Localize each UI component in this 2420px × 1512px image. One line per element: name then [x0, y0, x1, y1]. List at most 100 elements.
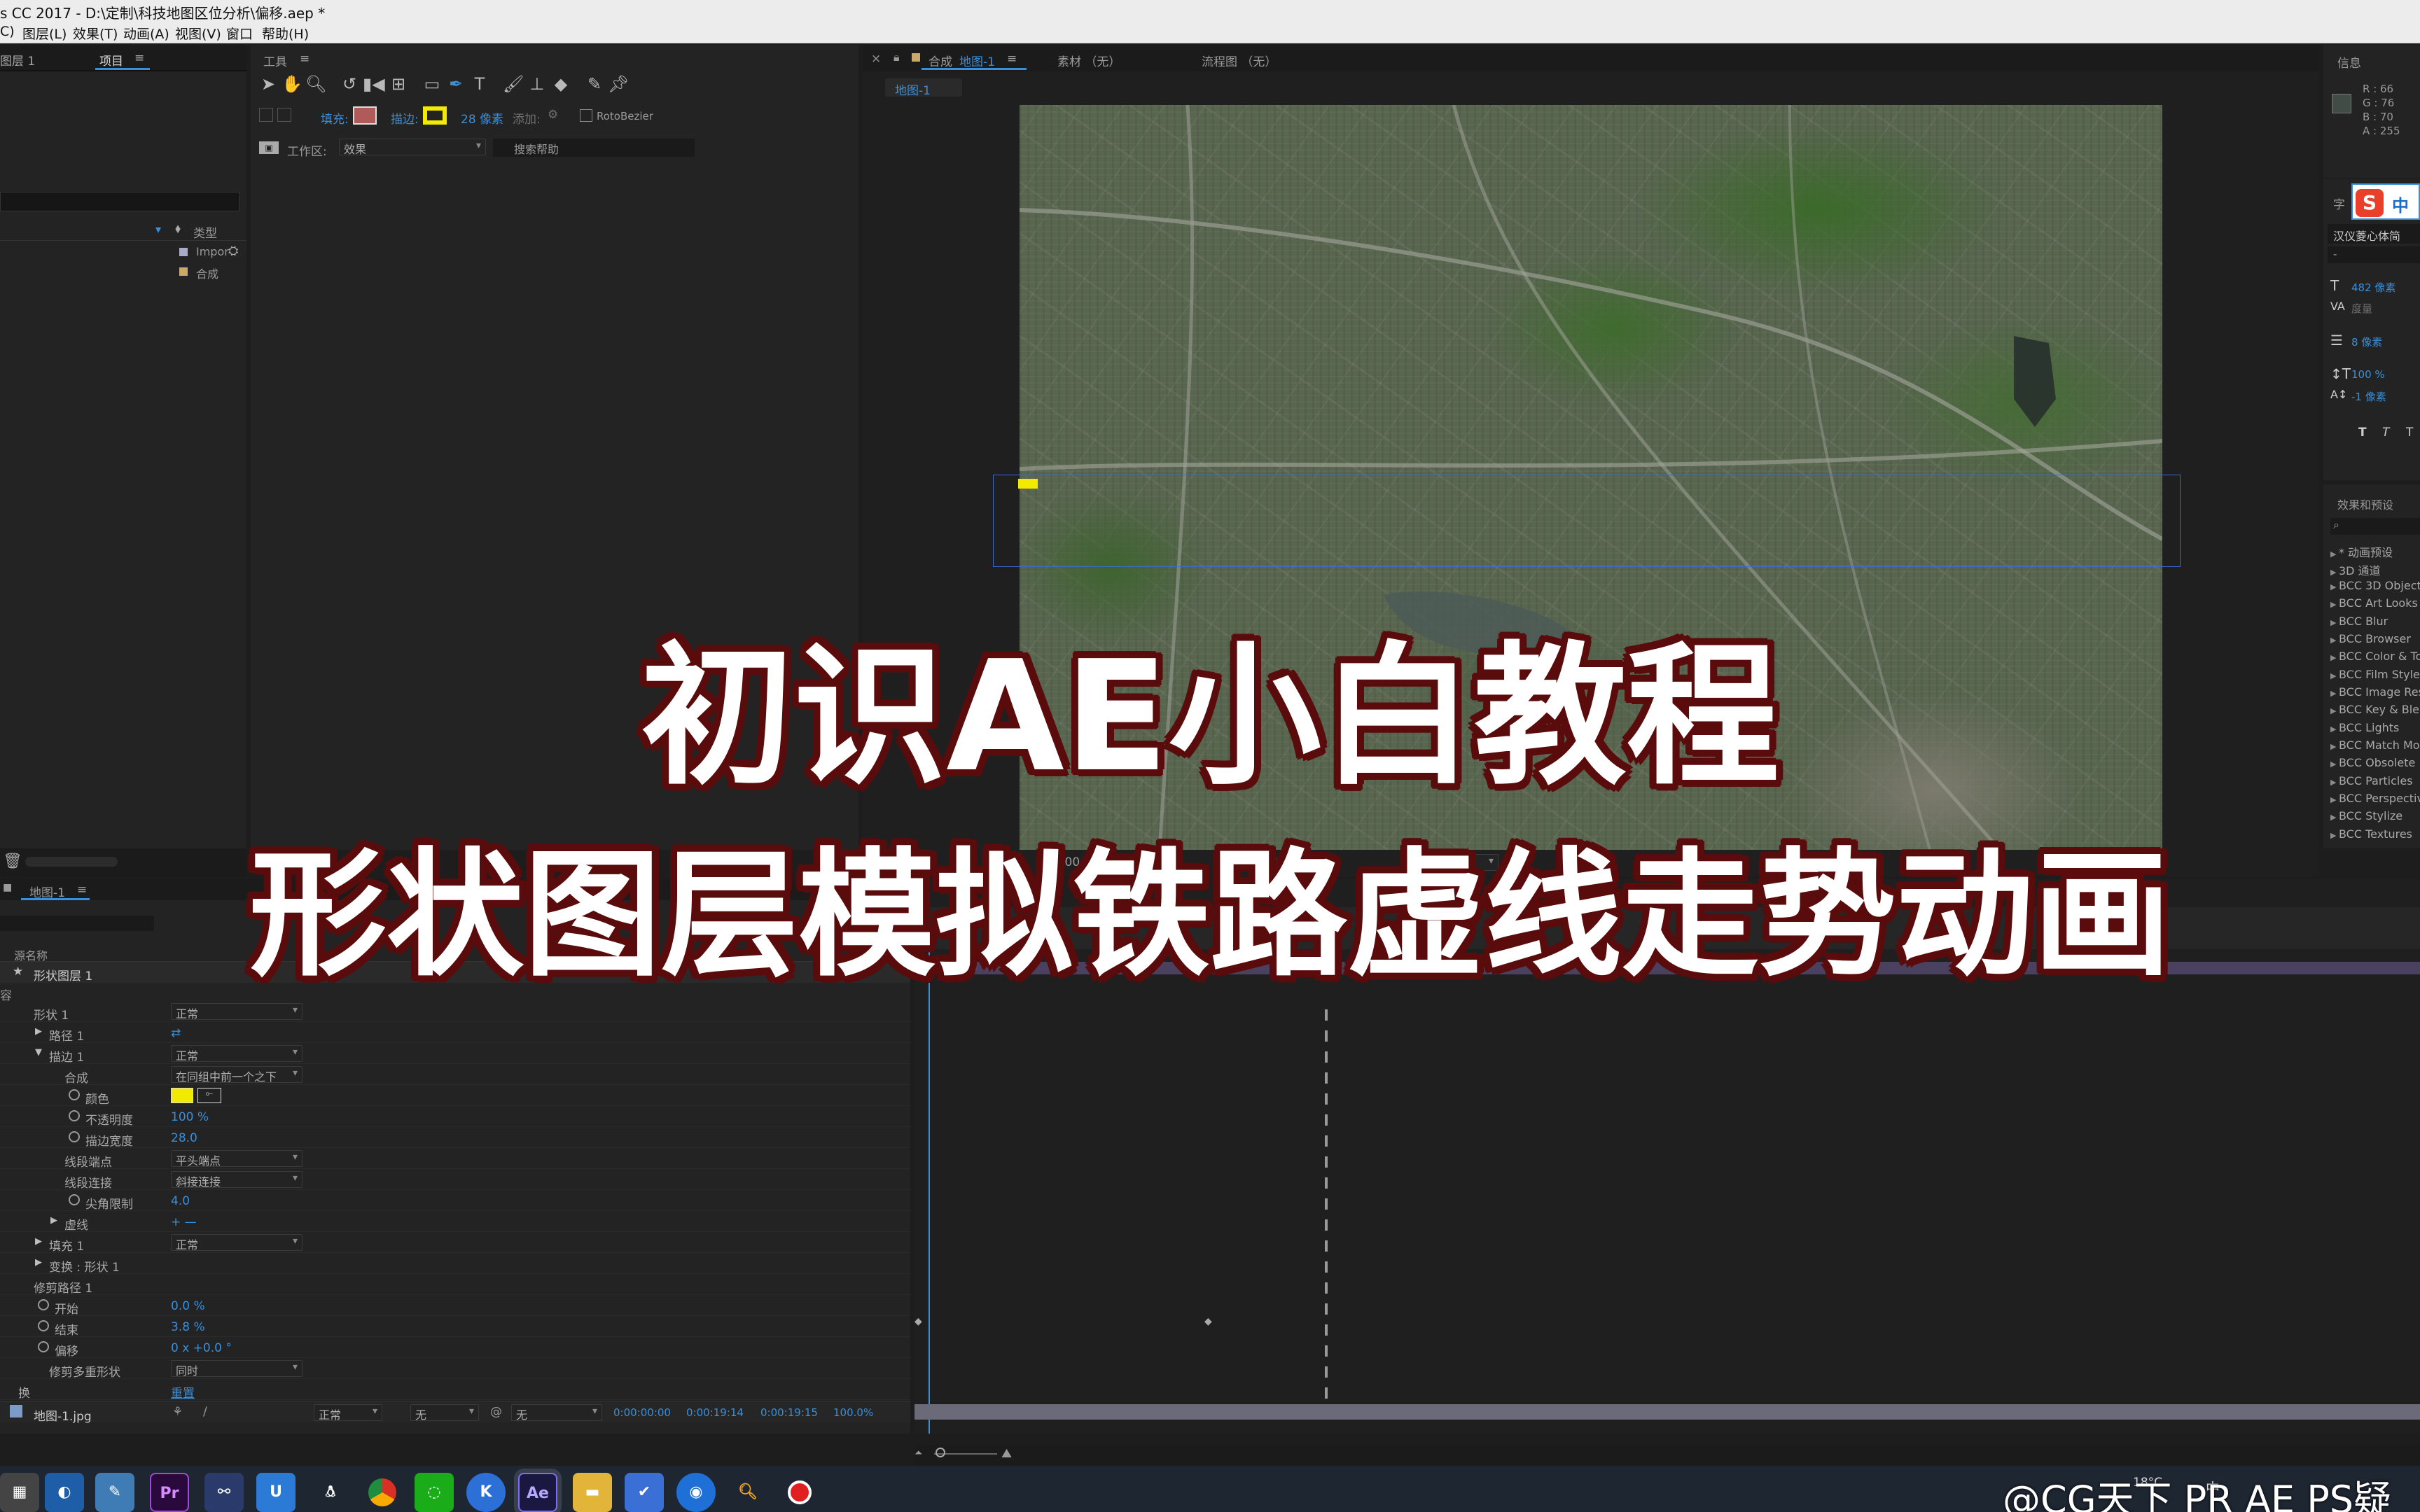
faux-italic-button[interactable]: T: [2382, 426, 2389, 440]
taskbar-app-notepad[interactable]: ✎: [95, 1473, 134, 1512]
ime-badge[interactable]: S 中: [2351, 183, 2420, 220]
taskbar-app-todo[interactable]: ✔: [625, 1473, 664, 1512]
twirl-right-icon[interactable]: ▶: [35, 1236, 42, 1247]
property-select[interactable]: 正常: [171, 1045, 302, 1063]
property-marker[interactable]: [1325, 1114, 1328, 1126]
property-value[interactable]: 0.0 %: [171, 1299, 205, 1313]
zoom-slider-thumb[interactable]: [936, 1448, 945, 1457]
baseline-value[interactable]: -1 像素: [2351, 389, 2386, 404]
taskbar-app-after-effects[interactable]: Ae: [518, 1473, 557, 1512]
add-icon[interactable]: ⚙: [548, 108, 558, 122]
stopwatch-icon[interactable]: [69, 1131, 80, 1142]
property-icon[interactable]: ⇄: [171, 1026, 181, 1040]
property-row[interactable]: 合成 在同组中前一个之下: [0, 1064, 910, 1086]
property-value[interactable]: 28.0: [171, 1131, 197, 1145]
comp-subtab[interactable]: 地图-1: [885, 78, 962, 98]
stroke-swatch[interactable]: [423, 106, 447, 125]
menu-icon[interactable]: ≡: [1007, 52, 1017, 66]
rectangle-tool-icon[interactable]: ▭: [422, 76, 443, 92]
stopwatch-icon[interactable]: [38, 1299, 49, 1310]
property-value[interactable]: 100 %: [171, 1110, 209, 1124]
pen-tool-icon[interactable]: ✒: [445, 76, 466, 92]
property-row[interactable]: 开始 0.0 %: [0, 1295, 910, 1317]
property-marker[interactable]: [1325, 1198, 1328, 1210]
vertical-scale-value[interactable]: 100 %: [2351, 368, 2385, 381]
zoom-out-icon[interactable]: ⏶: [915, 1448, 922, 1459]
effects-search-input[interactable]: ⌕: [2330, 518, 2420, 535]
property-marker[interactable]: [1325, 1240, 1328, 1252]
property-row[interactable]: ▼ 描边 1 正常: [0, 1043, 910, 1065]
taskbar-app-wechat[interactable]: ◌: [415, 1473, 454, 1512]
menu-item-view[interactable]: 视图(V): [175, 24, 221, 43]
mode-icon[interactable]: [259, 108, 273, 122]
layer-duration[interactable]: 0:00:19:15: [760, 1406, 818, 1419]
property-select[interactable]: 平头端点: [171, 1150, 302, 1168]
taskbar-app-network[interactable]: ⚯: [204, 1473, 244, 1512]
property-row[interactable]: 修剪多重形状 同时: [0, 1358, 910, 1380]
project-search-field[interactable]: [0, 192, 239, 211]
property-row[interactable]: ▶ 填充 1 正常: [0, 1232, 910, 1254]
property-select[interactable]: 正常: [171, 1003, 302, 1021]
property-marker[interactable]: [1325, 1093, 1328, 1105]
zoom-tool-icon[interactable]: 🔍︎: [305, 76, 326, 92]
workspace-select[interactable]: 效果: [339, 139, 486, 156]
eraser-tool-icon[interactable]: ◆: [550, 76, 571, 92]
property-marker[interactable]: [1325, 1177, 1328, 1189]
effect-category[interactable]: BCC Stylize: [2330, 809, 2402, 822]
pick-whip-icon[interactable]: @: [490, 1405, 502, 1419]
column-type[interactable]: 类型: [193, 223, 217, 241]
project-item-import[interactable]: Impor ⛭: [0, 242, 246, 262]
property-marker[interactable]: [1325, 1135, 1328, 1147]
add-label[interactable]: 添加:: [513, 109, 541, 127]
property-row[interactable]: 线段端点 平头端点: [0, 1148, 910, 1170]
property-marker[interactable]: [1325, 1345, 1328, 1357]
property-marker[interactable]: [1325, 1072, 1328, 1084]
twirl-right-icon[interactable]: ▶: [35, 1257, 42, 1268]
faux-bold-button[interactable]: T: [2358, 426, 2367, 440]
shy-switch-icon[interactable]: ⚘: [172, 1405, 183, 1419]
tab-project[interactable]: 项目: [99, 51, 123, 69]
clone-stamp-tool-icon[interactable]: ⊥: [527, 76, 548, 92]
tab-comp-name[interactable]: 地图-1: [959, 52, 995, 69]
stopwatch-icon[interactable]: [69, 1194, 80, 1205]
sort-chevron-icon[interactable]: ▾: [155, 223, 161, 236]
all-caps-button[interactable]: T: [2406, 426, 2413, 440]
taskbar-app-qq[interactable]: 🐧︎: [311, 1473, 350, 1512]
footage-layer-row[interactable]: 地图-1.jpg ⚘ / 正常 无 @ 无 0:00:00:00 0:00:19…: [0, 1401, 910, 1424]
menu-icon[interactable]: ≡: [300, 52, 310, 66]
property-icon[interactable]: + —: [171, 1215, 197, 1229]
effect-category[interactable]: BCC Blur: [2330, 615, 2388, 628]
menu-item-animation[interactable]: 动画(A): [123, 24, 169, 43]
keyframe-diamond[interactable]: ◆: [915, 1316, 922, 1327]
property-select[interactable]: 在同组中前一个之下: [171, 1066, 302, 1084]
pan-behind-tool-icon[interactable]: ⊞: [388, 76, 409, 92]
taskbar-app-store[interactable]: U: [256, 1473, 295, 1512]
tab-footage[interactable]: 素材 （无）: [1057, 52, 1120, 69]
parent-select[interactable]: 无: [511, 1404, 602, 1422]
property-value[interactable]: 0 x +0.0 °: [171, 1341, 232, 1355]
selection-tool-icon[interactable]: ➤: [258, 76, 279, 92]
font-size-value[interactable]: 482 像素: [2351, 280, 2395, 295]
zoom-in-icon[interactable]: ⛰: [1001, 1446, 1012, 1461]
property-marker[interactable]: [1325, 1366, 1328, 1378]
layer-stretch[interactable]: 100.0%: [833, 1406, 873, 1419]
tab-comp-prefix[interactable]: 合成: [929, 52, 952, 69]
fill-label[interactable]: 填充:: [321, 109, 349, 127]
effect-category[interactable]: 3D 通道: [2330, 561, 2381, 578]
keyframe-diamond[interactable]: ◆: [1204, 1316, 1212, 1327]
menu-item-effect[interactable]: 效果(T): [73, 24, 118, 43]
property-marker[interactable]: [1325, 1219, 1328, 1231]
rotobezier-checkbox[interactable]: [580, 109, 592, 122]
type-tool-icon[interactable]: T: [469, 76, 490, 92]
twirl-right-icon[interactable]: ▶: [35, 1026, 42, 1037]
property-row[interactable]: 不透明度 100 %: [0, 1106, 910, 1128]
roto-brush-tool-icon[interactable]: ✎: [584, 76, 605, 92]
taskbar-app-search[interactable]: 🔍︎: [728, 1473, 767, 1512]
tab-flowchart[interactable]: 流程图 （无）: [1202, 52, 1277, 69]
taskbar-app-folder[interactable]: ▦: [0, 1473, 39, 1512]
taskbar-app-premiere[interactable]: Pr: [150, 1473, 189, 1512]
property-select[interactable]: 斜接连接: [171, 1171, 302, 1189]
property-marker[interactable]: [1325, 1156, 1328, 1168]
fill-swatch[interactable]: [353, 106, 377, 125]
puppet-pin-tool-icon[interactable]: 📌︎: [608, 76, 629, 92]
